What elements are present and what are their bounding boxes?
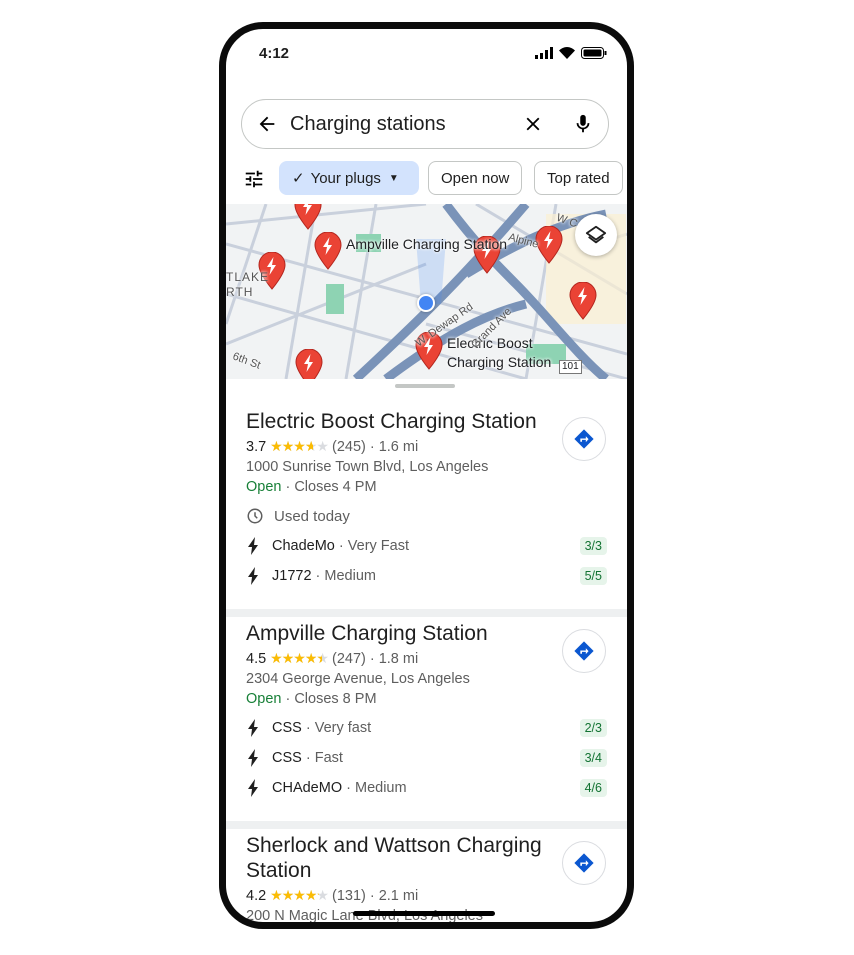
rating-value: 4.2: [246, 887, 267, 904]
charging-station-pin[interactable]: [569, 282, 597, 320]
bolt-icon: [248, 749, 258, 767]
plug-type: CSS: [272, 720, 302, 736]
closing-time: Closes 8 PM: [294, 691, 377, 707]
availability-badge: 4/6: [579, 779, 607, 797]
distance: 2.1 mi: [378, 887, 419, 904]
plug-row: ChadeMo · Very Fast 3/3: [246, 531, 607, 561]
current-location-dot: [417, 294, 435, 312]
directions-button[interactable]: [562, 629, 606, 673]
dropdown-icon: ▼: [388, 172, 399, 184]
filter-open-now[interactable]: Open now: [428, 161, 523, 195]
star-rating: ★★★★★★★★★★: [270, 650, 329, 666]
filter-settings-icon[interactable]: [243, 168, 265, 190]
mic-icon[interactable]: [572, 113, 594, 135]
divider: [226, 821, 627, 829]
filter-top-rated[interactable]: Top rated: [534, 161, 623, 195]
highway-shield: 101: [559, 360, 582, 374]
charging-station-pin[interactable]: [294, 204, 322, 230]
station-name[interactable]: Ampville Charging Station: [246, 621, 551, 646]
plug-type: CHAdeMO: [272, 780, 343, 796]
plug-speed: Very fast: [314, 720, 372, 736]
closing-time: Closes 4 PM: [294, 479, 377, 495]
distance: 1.6 mi: [378, 438, 419, 455]
availability-badge: 5/5: [579, 567, 607, 585]
directions-icon: [574, 853, 594, 873]
review-count: (247): [331, 650, 366, 667]
plug-row: CHAdeMO · Medium 4/6: [246, 773, 607, 803]
check-icon: ✓: [292, 170, 305, 187]
district-label: TLAKE RTH: [226, 270, 270, 299]
filter-your-plugs[interactable]: ✓ Your plugs ▼: [279, 161, 419, 195]
review-count: (245): [331, 438, 366, 455]
charging-station-pin[interactable]: [314, 232, 342, 270]
result-card[interactable]: Electric Boost Charging Station 3.7 ★ ★ ★ ★…: [226, 409, 627, 591]
availability-badge: 3/3: [579, 537, 607, 555]
open-status: Open: [246, 479, 282, 495]
plug-speed: Medium: [324, 568, 376, 584]
signal-icon: [535, 47, 553, 59]
charging-station-pin[interactable]: [535, 226, 563, 264]
battery-icon: [581, 47, 607, 59]
directions-button[interactable]: [562, 841, 606, 885]
station-name[interactable]: Sherlock and Wattson Charging Station: [246, 833, 551, 883]
bolt-icon: [248, 779, 258, 797]
clock-icon: [247, 508, 263, 524]
plug-type: CSS: [272, 750, 302, 766]
status-icons: [535, 47, 607, 59]
search-input[interactable]: Charging stations: [290, 113, 522, 136]
divider: [226, 609, 627, 617]
star-rating: ★★★★★★★★★★: [270, 887, 329, 903]
station-name[interactable]: Electric Boost Charging Station: [246, 409, 551, 434]
availability-badge: 2/3: [579, 719, 607, 737]
map[interactable]: Ampville Charging Station Electric Boost…: [226, 204, 627, 379]
layers-button[interactable]: [575, 214, 617, 256]
star-rating: ★★★★★★★★★★: [270, 438, 329, 454]
review-count: (131): [331, 887, 366, 904]
plug-type: J1772: [272, 568, 312, 584]
address: 2304 George Avenue, Los Angeles: [246, 671, 470, 687]
directions-button[interactable]: [562, 417, 606, 461]
plug-speed: Fast: [314, 750, 343, 766]
home-indicator[interactable]: [353, 911, 495, 916]
address: 1000 Sunrise Town Blvd, Los Angeles: [246, 459, 489, 475]
usage-note: Used today: [274, 507, 350, 525]
result-card[interactable]: Ampville Charging Station 4.5 ★★★★★★★★★★…: [226, 621, 627, 803]
plug-row: CSS · Very fast 2/3: [246, 713, 607, 743]
layers-icon: [585, 225, 607, 244]
bolt-icon: [248, 567, 258, 585]
open-status: Open: [246, 691, 282, 707]
plug-row: J1772 · Medium 5/5: [246, 561, 607, 591]
rating-value: 4.5: [246, 650, 267, 667]
charging-station-pin[interactable]: [295, 349, 323, 379]
bolt-icon: [248, 537, 258, 555]
sheet-drag-handle[interactable]: [395, 384, 455, 388]
map-label-ampville[interactable]: Ampville Charging Station: [346, 235, 507, 254]
plug-row: CSS · Fast 3/4: [246, 743, 607, 773]
directions-icon: [574, 429, 594, 449]
back-arrow-icon[interactable]: [256, 113, 278, 135]
search-bar[interactable]: Charging stations: [241, 99, 609, 149]
wifi-icon: [559, 47, 575, 59]
directions-icon: [574, 641, 594, 661]
plug-speed: Medium: [355, 780, 407, 796]
status-time: 4:12: [259, 45, 290, 62]
rating-value: 3.7: [246, 438, 267, 455]
availability-badge: 3/4: [579, 749, 607, 767]
plug-type: ChadeMo: [272, 538, 335, 554]
distance: 1.8 mi: [378, 650, 419, 667]
bolt-icon: [248, 719, 258, 737]
clear-icon[interactable]: [522, 113, 544, 135]
plug-speed: Very Fast: [347, 538, 410, 554]
phone-screen: 4:12 Charging stations ✓ Your plugs ▼ Op…: [219, 22, 634, 929]
